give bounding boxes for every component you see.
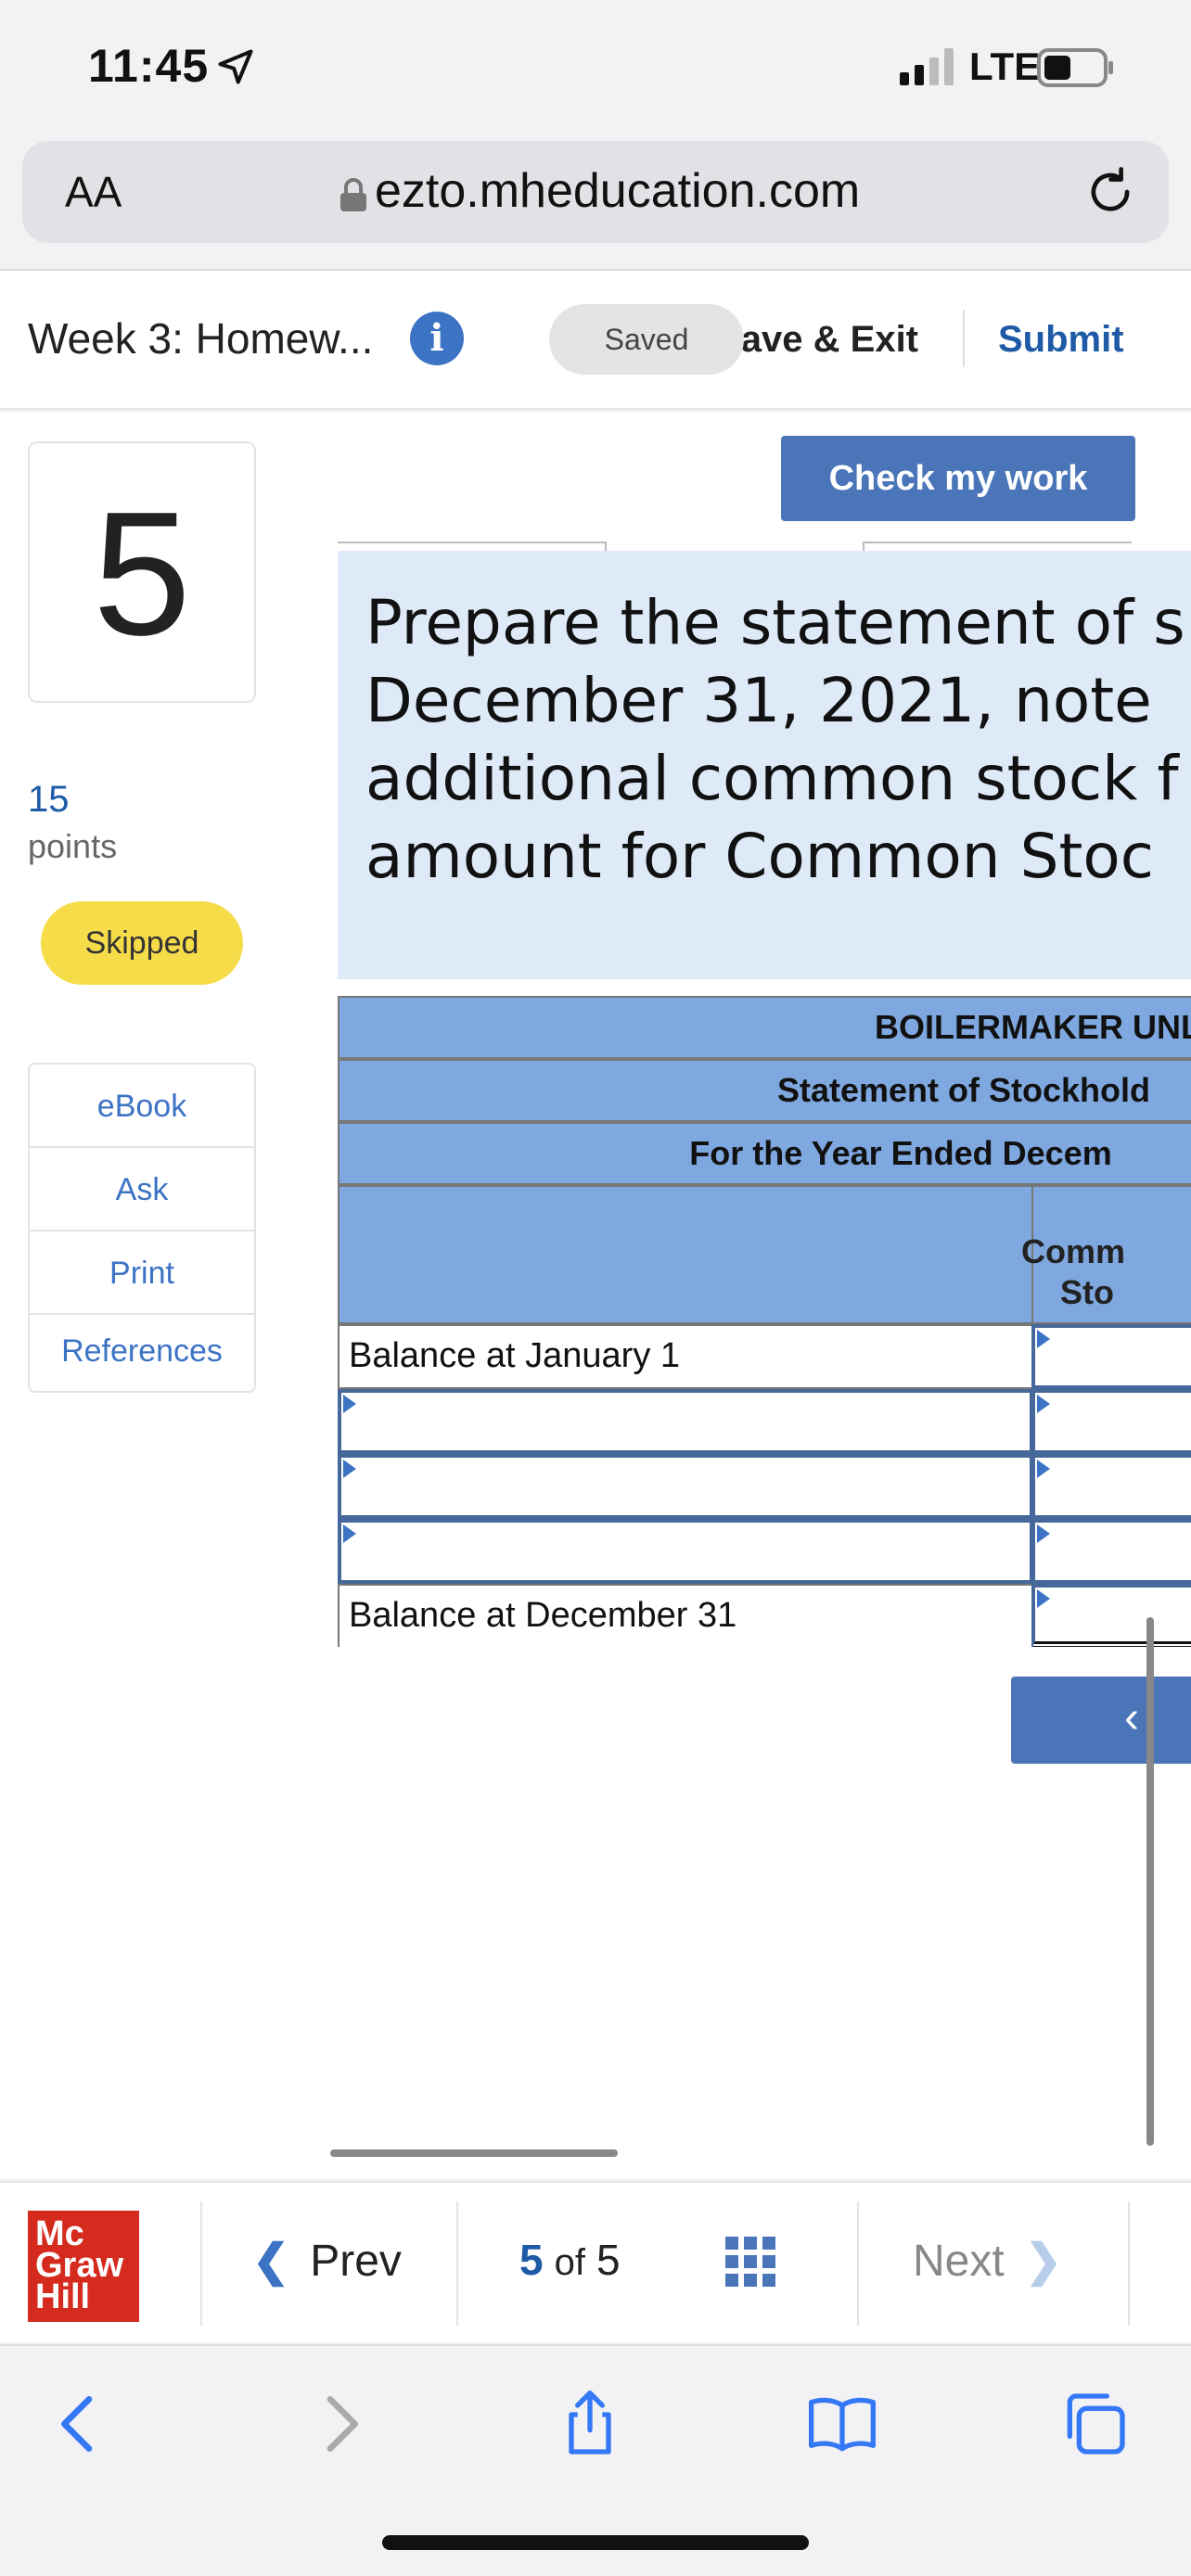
main-content: 5 15 points Skipped eBook Ask Print Refe…	[0, 412, 1191, 2179]
prompt-text: Prepare the statement of s December 31, …	[365, 584, 1191, 896]
question-grid-icon[interactable]	[725, 2237, 775, 2287]
page-indicator[interactable]: 5 of 5	[519, 2235, 621, 2285]
horizontal-scrollbar[interactable]	[330, 2149, 618, 2157]
print-link[interactable]: Print	[30, 1231, 254, 1315]
row-balance-january: Balance at January 1	[338, 1324, 1033, 1389]
saved-status-badge: Saved	[549, 304, 744, 375]
check-my-work-button[interactable]: Check my work	[781, 436, 1135, 521]
assignment-title[interactable]: Week 3: Homew...	[28, 313, 373, 363]
question-prompt: Prepare the statement of s December 31, …	[338, 551, 1191, 979]
common-stock-total-input[interactable]	[1031, 1584, 1191, 1647]
skipped-badge: Skipped	[41, 901, 243, 985]
row-label-dropdown[interactable]	[338, 1454, 1033, 1519]
prev-button[interactable]: ❮ Prev	[252, 2235, 402, 2287]
dropdown-marker-icon	[1037, 1589, 1050, 1608]
mcgraw-hill-logo: Mc Graw Hill	[28, 2211, 139, 2322]
forward-icon[interactable]	[302, 2387, 377, 2461]
common-stock-column-header: Comm Sto	[1021, 1185, 1191, 1324]
ebook-link[interactable]: eBook	[30, 1065, 254, 1148]
footer-divider	[456, 2201, 458, 2326]
status-time: 11:45	[88, 40, 210, 92]
references-link[interactable]: References	[30, 1315, 254, 1391]
bookmarks-icon[interactable]	[805, 2387, 879, 2461]
row-balance-december: Balance at December 31	[338, 1584, 1033, 1647]
common-stock-input[interactable]	[1031, 1519, 1191, 1584]
battery-icon	[1037, 48, 1113, 87]
common-stock-input[interactable]	[1031, 1389, 1191, 1454]
row-label-dropdown[interactable]	[338, 1389, 1033, 1454]
signal-strength-icon	[900, 48, 954, 85]
prompt-line: amount for Common Stoc	[365, 821, 1155, 892]
status-bar: 11:45 LTE	[0, 0, 1191, 130]
previous-part-button[interactable]: ‹	[1011, 1677, 1191, 1764]
statement-period-header: For the Year Ended Decem	[338, 1122, 1191, 1185]
prompt-line: Prepare the statement of s	[365, 587, 1185, 658]
dropdown-marker-icon	[343, 1460, 356, 1478]
assignment-header: Week 3: Homew... i Saved Save & Exit Sub…	[0, 269, 1191, 410]
next-button[interactable]: Next ❯	[913, 2235, 1062, 2287]
chevron-left-icon: ❮	[252, 2237, 290, 2286]
vertical-scrollbar[interactable]	[1146, 1617, 1154, 2146]
stockholders-equity-statement: BOILERMAKER UNL Statement of Stockhold F…	[338, 996, 1191, 1647]
url-text[interactable]: ezto.mheducation.com	[375, 163, 860, 219]
prompt-line: additional common stock f	[365, 743, 1179, 814]
prompt-line: December 31, 2021, note	[365, 665, 1152, 736]
network-label: LTE	[969, 45, 1041, 88]
share-icon[interactable]	[553, 2387, 627, 2461]
question-navigation: Mc Graw Hill ❮ Prev 5 of 5 Next ❯	[0, 2181, 1191, 2342]
header-divider	[963, 310, 965, 367]
tab-outline	[338, 542, 607, 551]
dropdown-marker-icon	[1037, 1395, 1050, 1413]
common-stock-input[interactable]	[1031, 1454, 1191, 1519]
footer-divider	[857, 2201, 859, 2326]
dropdown-marker-icon	[343, 1395, 356, 1413]
question-number: 5	[28, 441, 256, 703]
tabs-icon[interactable]	[1057, 2387, 1132, 2461]
location-arrow-icon	[218, 49, 253, 84]
footer-divider	[200, 2201, 202, 2326]
points-value: 15	[28, 779, 70, 820]
question-side-menu: eBook Ask Print References	[28, 1063, 256, 1393]
statement-title-header: Statement of Stockhold	[338, 1059, 1191, 1122]
back-icon[interactable]	[43, 2387, 117, 2461]
info-icon[interactable]: i	[410, 312, 464, 365]
chevron-right-icon: ❯	[1024, 2237, 1062, 2286]
footer-divider	[1128, 2201, 1130, 2326]
home-indicator	[382, 2535, 809, 2550]
statement-company-header: BOILERMAKER UNL	[338, 996, 1191, 1059]
common-stock-input[interactable]	[1031, 1324, 1191, 1389]
lock-icon	[340, 178, 366, 211]
text-size-button[interactable]: AA	[65, 167, 122, 217]
row-label-dropdown[interactable]	[338, 1519, 1033, 1584]
reload-icon[interactable]	[1082, 163, 1139, 221]
dropdown-marker-icon	[1037, 1524, 1050, 1543]
save-exit-button[interactable]: Save & Exit	[724, 319, 918, 361]
tab-outline	[863, 542, 1132, 551]
submit-button[interactable]: Submit	[998, 319, 1124, 361]
ask-link[interactable]: Ask	[30, 1148, 254, 1231]
address-bar[interactable]: AA ezto.mheducation.com	[22, 141, 1169, 243]
dropdown-marker-icon	[343, 1524, 356, 1543]
dropdown-marker-icon	[1037, 1330, 1050, 1348]
points-label: points	[28, 827, 118, 865]
dropdown-marker-icon	[1037, 1460, 1050, 1478]
